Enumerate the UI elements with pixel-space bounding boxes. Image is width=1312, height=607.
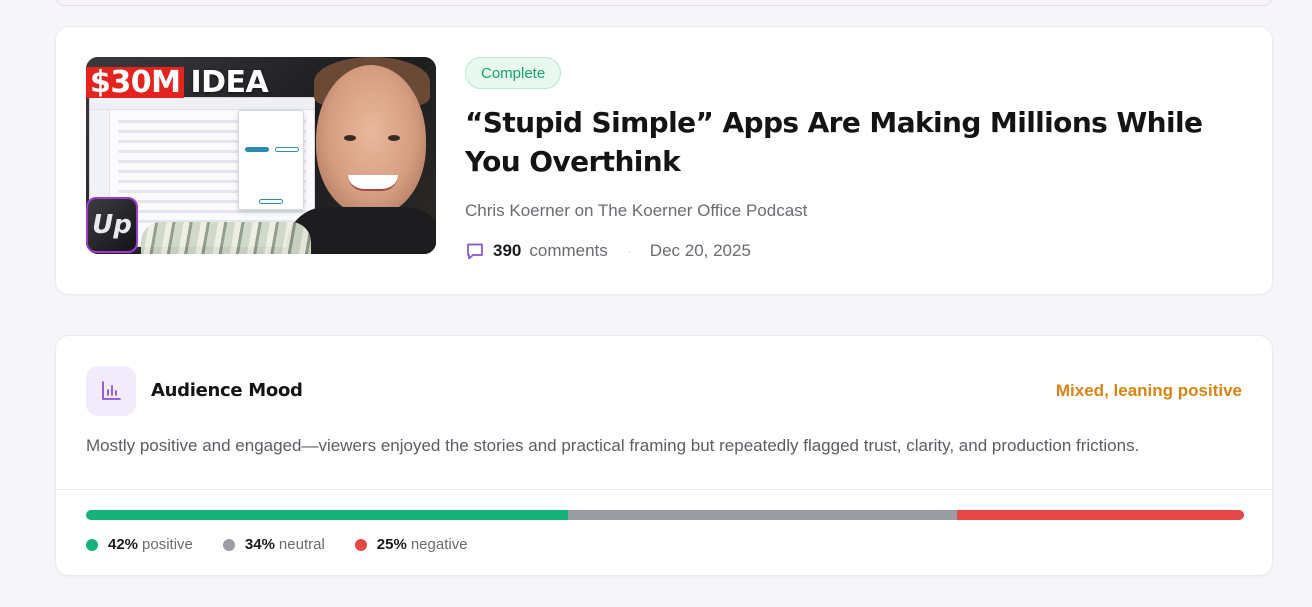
video-title[interactable]: “Stupid Simple” Apps Are Making Millions… <box>465 103 1225 181</box>
thumbnail-headline-red: $30M <box>86 67 185 98</box>
legend-item-neutral: 34% neutral <box>222 536 325 553</box>
thumbnail-headline: $30M IDEA <box>86 65 269 100</box>
video-card: $30M IDEA Up Complete “Stupid Simple” Ap… <box>55 26 1273 295</box>
legend-dot-positive <box>86 538 98 551</box>
channel-line: Chris Koerner on The Koerner Office Podc… <box>465 201 808 220</box>
mood-summary: Mostly positive and engaged—viewers enjo… <box>86 436 1140 455</box>
comment-bubble-icon <box>465 240 487 262</box>
mood-verdict: Mixed, leaning positive <box>1055 381 1242 400</box>
thumbnail-headline-white: IDEA <box>190 65 269 100</box>
meta-separator: · <box>627 244 632 258</box>
legend-dot-neutral <box>222 538 235 551</box>
previous-card-edge <box>55 0 1273 6</box>
thumbnail-money-pile <box>141 222 311 254</box>
legend-label-neutral: neutral <box>278 536 325 553</box>
thumbnail-up-logo: Up <box>86 197 138 253</box>
legend-percent-negative: 25% <box>376 536 407 553</box>
legend-label-positive: positive <box>142 536 193 553</box>
thumbnail-person-face <box>316 65 426 215</box>
audience-mood-card: Audience Mood Mixed, leaning positive Mo… <box>55 335 1273 576</box>
legend-percent-neutral: 34% <box>244 536 275 553</box>
legend-percent-positive: 42% <box>108 536 139 553</box>
sentiment-bar <box>86 510 1244 520</box>
legend-item-positive: 42% positive <box>86 536 193 553</box>
comments-label: comments <box>529 241 608 260</box>
sentiment-segment-negative <box>957 510 1244 520</box>
legend-dot-negative <box>354 538 367 551</box>
thumbnail-eye <box>344 135 356 141</box>
video-thumbnail[interactable]: $30M IDEA Up <box>86 57 436 254</box>
status-badge: Complete <box>465 57 562 89</box>
sentiment-segment-positive <box>86 510 568 520</box>
mood-divider <box>56 489 1272 490</box>
comment-count: 390 <box>493 241 522 260</box>
bar-chart-icon <box>86 366 136 416</box>
legend-item-negative: 25% negative <box>354 536 468 553</box>
publish-date: Dec 20, 2025 <box>649 241 751 260</box>
mood-title: Audience Mood <box>151 380 303 401</box>
thumbnail-eye <box>388 135 400 141</box>
video-meta: 390 comments · Dec 20, 2025 <box>465 240 751 262</box>
sentiment-segment-neutral <box>567 510 958 520</box>
legend-label-negative: negative <box>410 536 468 553</box>
sentiment-legend: 42% positive 34% neutral 25% negative <box>86 536 498 553</box>
